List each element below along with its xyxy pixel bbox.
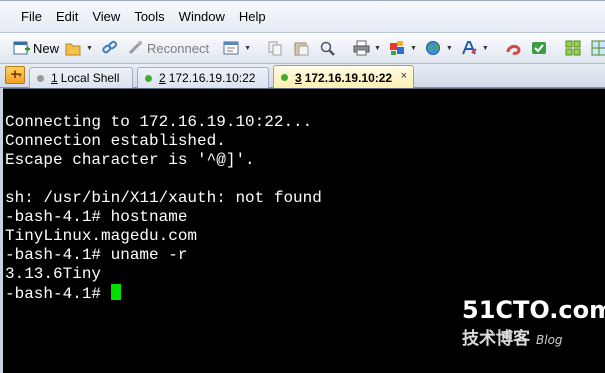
chevron-down-icon[interactable]: ▼ xyxy=(244,45,251,52)
paste-icon xyxy=(293,40,310,57)
menu-window[interactable]: Window xyxy=(172,2,232,32)
watermark-subtitle-text: 技术博客 xyxy=(462,329,530,349)
tab-status-dot xyxy=(281,74,288,81)
tab-number: 2 xyxy=(159,71,166,85)
chevron-down-icon[interactable]: ▼ xyxy=(374,45,381,52)
terminal-line: -bash-4.1# uname -r xyxy=(5,246,188,264)
tab-label: Local Shell xyxy=(60,71,120,85)
new-button[interactable]: New xyxy=(10,36,62,60)
menu-view[interactable]: View xyxy=(85,2,127,32)
search-icon xyxy=(319,40,336,57)
folder-icon xyxy=(65,40,82,57)
font-icon xyxy=(461,40,478,57)
paste-button[interactable] xyxy=(290,36,316,60)
new-button-label: New xyxy=(33,40,60,56)
find-button[interactable] xyxy=(316,36,342,60)
connect-button[interactable] xyxy=(98,36,124,60)
watermark-logo: 51CTO.com xyxy=(462,296,605,324)
add-tab-button[interactable]: + ▼ xyxy=(5,66,25,84)
tab-local-shell[interactable]: 1 Local Shell xyxy=(29,67,133,88)
reconnect-button[interactable]: Reconnect xyxy=(124,36,212,60)
terminal-line: sh: /usr/bin/X11/xauth: not found xyxy=(5,189,322,207)
terminal-line: Connection established. xyxy=(5,132,226,150)
chevron-down-icon[interactable]: ▼ xyxy=(446,45,453,52)
transfer-icon xyxy=(389,40,406,57)
tab-label: 172.16.19.10:22 xyxy=(304,70,393,85)
script-button[interactable] xyxy=(502,36,528,60)
properties-icon xyxy=(223,40,240,57)
copy-button[interactable] xyxy=(264,36,290,60)
tab-session-2[interactable]: 2 172.16.19.10:22 xyxy=(137,67,269,88)
menu-tools[interactable]: Tools xyxy=(127,2,171,32)
watermark-subtitle: 技术博客 Blog xyxy=(462,324,602,349)
tab-status-dot xyxy=(37,74,44,82)
watermark: 51CTO.com 技术博客 Blog xyxy=(462,296,605,360)
grid-icon xyxy=(565,40,582,57)
terminal-line: TinyLinux.magedu.com xyxy=(5,227,198,245)
script-icon xyxy=(505,40,522,57)
font-button[interactable]: ▼ xyxy=(458,36,494,60)
close-icon[interactable]: × xyxy=(401,70,407,82)
toolbar: New ▼ Reconnect ▼ ▼ ▼ ▼ ▼ xyxy=(0,32,605,64)
options-button[interactable] xyxy=(528,36,554,60)
link-icon xyxy=(101,40,118,57)
properties-button[interactable]: ▼ xyxy=(220,36,256,60)
sftp-button[interactable]: ▼ xyxy=(386,36,422,60)
printer-icon xyxy=(353,40,370,57)
tab-label: 172.16.19.10:22 xyxy=(168,71,256,85)
terminal-line: -bash-4.1# hostname xyxy=(5,208,188,226)
layout-button[interactable] xyxy=(588,36,605,60)
tab-number: 1 xyxy=(51,71,58,85)
terminal-line: Escape character is '^@]'. xyxy=(5,151,255,169)
chevron-down-icon[interactable]: ▼ xyxy=(482,45,489,52)
terminal-cursor xyxy=(110,284,121,300)
copy-icon xyxy=(267,40,284,57)
reconnect-button-label: Reconnect xyxy=(146,40,210,56)
chevron-down-icon: ▼ xyxy=(17,73,23,79)
tab-number: 3 xyxy=(295,70,302,85)
layout-icon xyxy=(591,40,605,57)
terminal-line: Connecting to 172.16.19.10:22... xyxy=(5,113,313,131)
open-button[interactable]: ▼ xyxy=(62,36,98,60)
new-session-icon xyxy=(13,40,30,57)
globe-icon xyxy=(425,40,442,57)
network-button[interactable]: ▼ xyxy=(422,36,458,60)
print-button[interactable]: ▼ xyxy=(350,36,386,60)
menu-bar: File Edit View Tools Window Help xyxy=(0,0,605,32)
chevron-down-icon[interactable]: ▼ xyxy=(410,45,417,52)
checkmark-icon xyxy=(531,40,548,57)
tile-button[interactable] xyxy=(562,36,588,60)
terminal-line: 3.13.6Tiny xyxy=(5,265,102,283)
tab-status-dot xyxy=(145,74,152,82)
chevron-down-icon[interactable]: ▼ xyxy=(86,45,93,52)
terminal-prompt: -bash-4.1# xyxy=(5,285,111,303)
tab-session-3[interactable]: 3 172.16.19.10:22 × xyxy=(273,65,414,89)
menu-edit[interactable]: Edit xyxy=(49,2,85,32)
session-tab-bar: + ▼ 1 Local Shell 2 172.16.19.10:22 3 172… xyxy=(0,64,605,89)
menu-file[interactable]: File xyxy=(14,2,49,32)
reconnect-icon xyxy=(127,40,144,57)
watermark-blog: Blog xyxy=(536,333,563,347)
menu-help[interactable]: Help xyxy=(232,2,273,32)
